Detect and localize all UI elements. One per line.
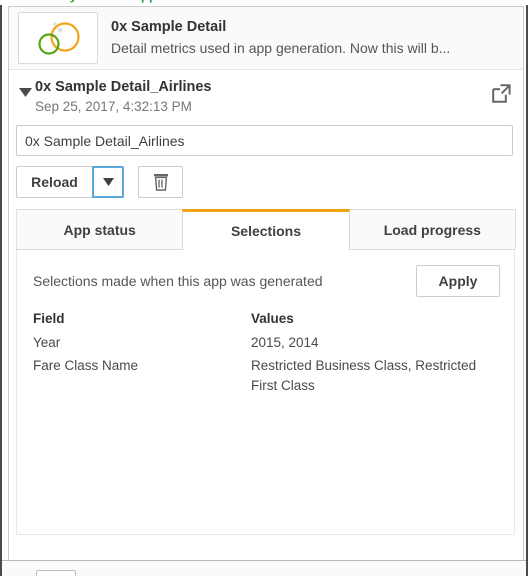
- app-window: Your Analytics and Applications 0x Sampl…: [0, 0, 528, 576]
- app-title: 0x Sample Detail: [111, 19, 227, 35]
- tab-app-status[interactable]: App status: [16, 209, 184, 249]
- table-header-row: Field Values: [33, 311, 500, 333]
- app-thumbnail: [18, 12, 98, 64]
- cell-field: Fare Class Name: [33, 358, 139, 373]
- chevron-down-icon: [18, 88, 32, 97]
- table-row: Year 2015, 2014: [33, 333, 500, 356]
- cell-values: Restricted Business Class, Restricted Fi…: [251, 358, 477, 393]
- task-name-input[interactable]: [16, 125, 513, 156]
- reload-button[interactable]: Reload: [16, 166, 92, 198]
- app-meta: 0x Sample Detail Detail metrics used in …: [111, 17, 513, 59]
- bottom-status-bar: [2, 560, 526, 576]
- trash-icon: [153, 174, 168, 191]
- selections-table: Field Values Year 2015, 2014 Fare Class …: [33, 311, 500, 399]
- app-description: Detail metrics used in app generation. N…: [111, 40, 451, 56]
- two-circles-logo-icon: [38, 22, 80, 55]
- chevron-down-icon: [102, 178, 114, 186]
- task-name-field-wrap: [9, 116, 523, 156]
- tab-bar: App status Selections Load progress: [16, 209, 516, 250]
- column-header-field: Field: [33, 311, 65, 326]
- apply-button[interactable]: Apply: [416, 265, 500, 297]
- task-detail-panel: 0x Sample Detail Detail metrics used in …: [8, 6, 524, 562]
- cell-field: Year: [33, 335, 61, 350]
- delete-task-button[interactable]: [138, 166, 183, 198]
- app-header: 0x Sample Detail Detail metrics used in …: [9, 7, 523, 70]
- reload-split-button: Reload: [16, 166, 124, 198]
- dialog-window: 0x Sample Detail Detail metrics used in …: [0, 5, 528, 576]
- task-timestamp: Sep 25, 2017, 4:32:13 PM: [35, 99, 192, 114]
- action-button-row: Reload: [9, 156, 523, 198]
- column-header-values: Values: [251, 311, 294, 326]
- selections-note: Selections made when this app was genera…: [33, 273, 323, 289]
- open-external-icon: [492, 84, 511, 103]
- cell-values: 2015, 2014: [251, 335, 319, 350]
- task-text: 0x Sample Detail_Airlines Sep 25, 2017, …: [35, 78, 486, 116]
- selections-tab-content: Selections made when this app was genera…: [16, 250, 515, 535]
- bottom-tab-notch[interactable]: [36, 570, 76, 576]
- task-block: 0x Sample Detail_Airlines Sep 25, 2017, …: [9, 70, 523, 116]
- tab-app-status-label: App status: [63, 221, 136, 238]
- task-row: 0x Sample Detail_Airlines Sep 25, 2017, …: [15, 78, 513, 116]
- reload-dropdown-button[interactable]: [92, 166, 124, 198]
- tab-selections-label: Selections: [230, 223, 301, 239]
- table-row: Fare Class Name Restricted Business Clas…: [33, 356, 500, 399]
- clipped-page-heading-text: Your Analytics and Applications: [8, 0, 212, 3]
- tab-load-progress[interactable]: Load progress: [348, 209, 516, 249]
- open-external-button[interactable]: [486, 78, 513, 108]
- task-collapse-toggle[interactable]: [15, 78, 35, 97]
- tab-selections[interactable]: Selections: [182, 209, 350, 250]
- selections-header: Selections made when this app was genera…: [33, 265, 500, 297]
- tab-load-progress-label: Load progress: [383, 221, 481, 238]
- task-name: 0x Sample Detail_Airlines: [35, 79, 212, 95]
